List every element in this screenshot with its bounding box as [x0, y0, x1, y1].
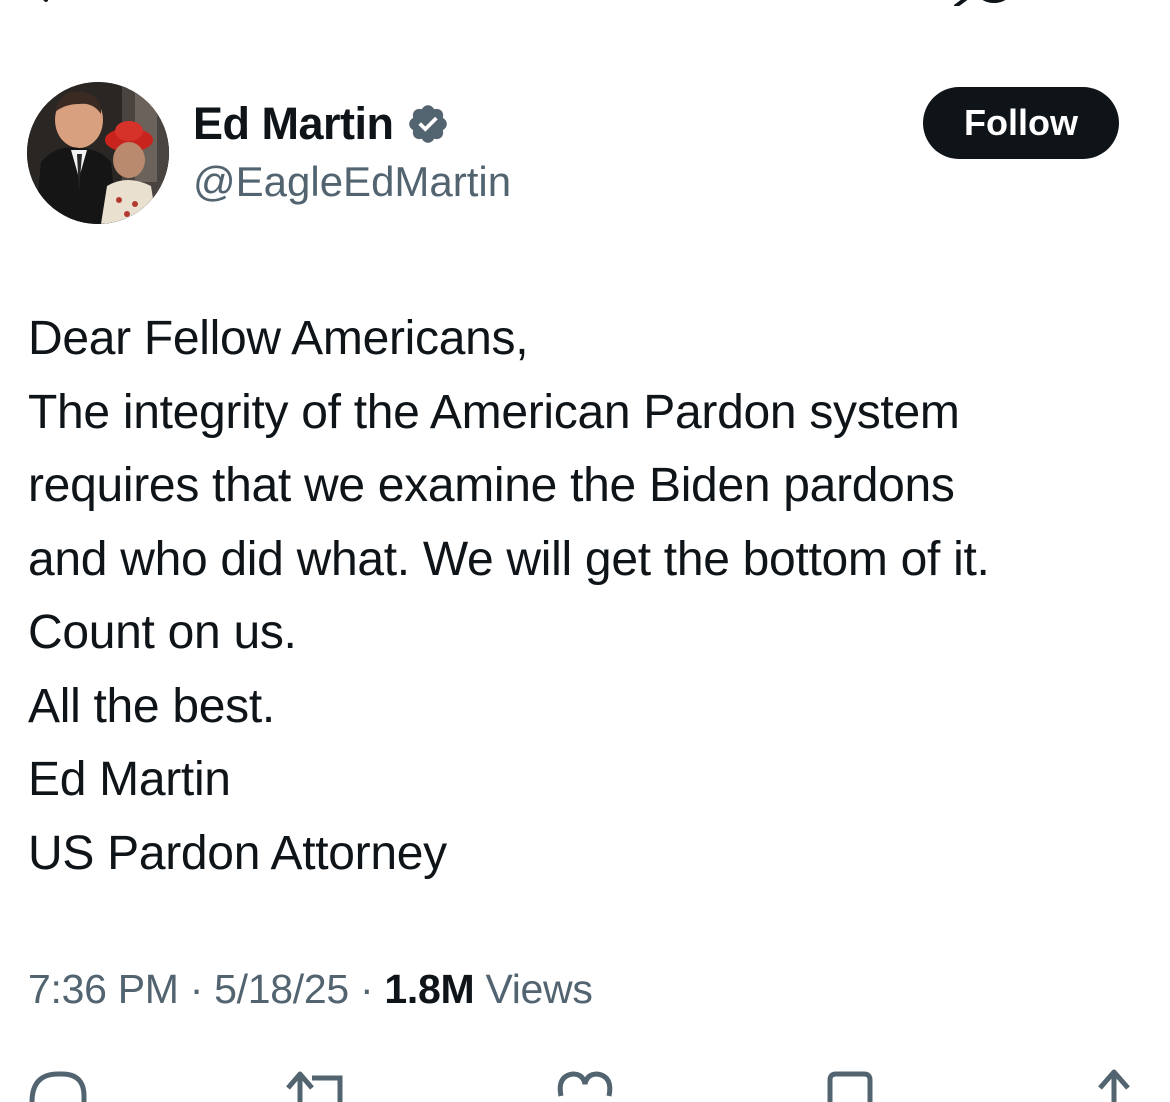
tweet-line: Ed Martin: [28, 753, 231, 806]
like-action[interactable]: [555, 1062, 615, 1102]
tweet-time[interactable]: 7:36 PM: [28, 966, 179, 1012]
tweet-text: Dear Fellow Americans, The integrity of …: [28, 302, 1158, 890]
tweet-line: The integrity of the American Pardon sys…: [28, 385, 960, 439]
follow-button[interactable]: Follow: [923, 87, 1119, 159]
profile-photo: [27, 82, 169, 224]
author-name[interactable]: Ed Martin: [193, 98, 394, 150]
meta-separator: ·: [189, 966, 204, 1012]
repost-icon: [286, 1071, 343, 1102]
tweet-line: and who did what. We will get the bottom…: [28, 532, 990, 586]
bookmark-action[interactable]: [822, 1062, 882, 1102]
action-bar: [0, 1062, 1170, 1102]
tweet-line: Dear Fellow Americans,: [28, 312, 529, 365]
author-handle[interactable]: @EagleEdMartin: [193, 158, 511, 206]
reply-action[interactable]: [28, 1062, 88, 1102]
tweet-meta: 7:36 PM · 5/18/25 · 1.8M Views: [28, 966, 593, 1013]
tweet-date[interactable]: 5/18/25: [214, 966, 349, 1012]
views-label[interactable]: Views: [485, 966, 592, 1012]
author-name-row: Ed Martin: [193, 96, 450, 152]
tweet-line: Count on us.: [28, 606, 297, 659]
arrow-left-icon[interactable]: [24, 0, 64, 6]
repost-action[interactable]: [284, 1062, 344, 1102]
verified-badge-icon: [408, 105, 447, 143]
tweet-line: requires that we examine the Biden pardo…: [28, 459, 955, 512]
heart-icon: [557, 1071, 613, 1097]
reply-icon: [29, 1071, 87, 1102]
avatar[interactable]: [27, 82, 169, 224]
share-icon: [1098, 1069, 1130, 1102]
tweet-line: All the best.: [28, 679, 275, 733]
views-count[interactable]: 1.8M: [384, 966, 474, 1012]
bookmark-icon: [827, 1071, 873, 1102]
meta-separator: ·: [359, 966, 374, 1012]
share-action[interactable]: [1086, 1062, 1146, 1102]
top-navigation-bar: [0, 0, 1170, 6]
tweet-line: US Pardon Attorney: [28, 826, 447, 880]
grok-icon[interactable]: [950, 0, 1020, 6]
